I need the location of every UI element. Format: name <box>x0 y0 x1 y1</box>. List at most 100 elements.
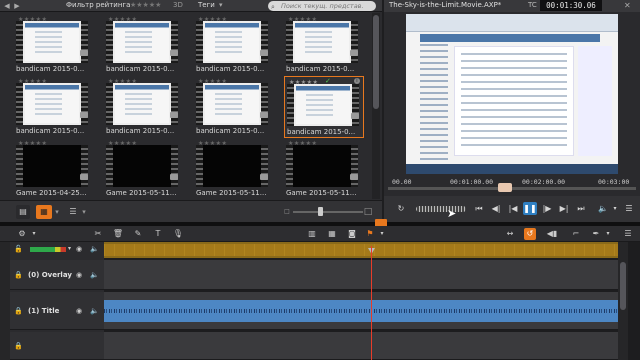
shuttle-wheel[interactable] <box>416 206 466 212</box>
marker-icon[interactable]: ⚑ <box>364 228 376 240</box>
track-lane-title[interactable] <box>104 292 618 330</box>
brush-icon[interactable]: ✎ <box>132 228 144 240</box>
library-header: ◀ ▶ Фильтр рейтинга ★★★★★ 3D Теги ▾ ⌕ По… <box>0 0 382 12</box>
media-thumbnail[interactable]: ★★★★★ Game 2015-04-25... <box>14 138 94 200</box>
master-speaker-icon[interactable]: 🔈 <box>90 245 99 253</box>
settings-dropdown-icon[interactable]: ▾ <box>28 228 40 240</box>
snapshot-camera-icon[interactable]: ◙ <box>346 228 358 240</box>
library-scrollbar[interactable] <box>372 13 380 199</box>
back-arrow-icon[interactable]: ◀ <box>2 1 12 11</box>
tags-dropdown-icon[interactable]: ▾ <box>219 1 223 9</box>
track-eye-icon[interactable]: ◉ <box>76 307 82 315</box>
3d-filter-toggle[interactable]: 3D <box>173 1 183 9</box>
media-name: Game 2015-05-11... <box>196 189 267 197</box>
timeline-ruler[interactable] <box>104 242 618 258</box>
search-input[interactable]: ⌕ Поиск текущ. представ. <box>268 1 376 11</box>
forward-arrow-icon[interactable]: ▶ <box>12 1 22 11</box>
timeline-toolbar: ⚙ ▾ ✂ 🗑 ✎ T 🎙 ▥ ▦ ◙ ⚑ ▾ ↔ ↺ ◀▮ ⌐ ✒ ▾ ☰ <box>0 226 640 242</box>
audio-scrub-icon[interactable]: ◀▮ <box>546 228 558 240</box>
pause-icon[interactable]: ❚❚ <box>523 202 537 215</box>
media-thumbnail[interactable]: ★★★★★ Game 2015-05-11... <box>104 138 184 200</box>
film-icon[interactable]: ▥ <box>306 228 318 240</box>
media-thumbnail[interactable]: ★★★★★ Game 2015-05-11... <box>284 138 364 200</box>
media-thumbnail[interactable]: ★★★★★ bandicam 2015-0... <box>104 76 184 138</box>
track-header-next[interactable]: 🔒 <box>10 332 104 360</box>
rating-filter-label[interactable]: Фильтр рейтинга <box>66 1 130 9</box>
volume-dropdown-icon[interactable]: ▾ <box>608 202 622 215</box>
thumbnail-zoom-slider[interactable] <box>293 211 363 213</box>
film-perforation <box>16 21 23 63</box>
zoom-small-icon[interactable]: □ <box>283 205 291 219</box>
media-thumbnail[interactable]: ★★★★★ bandicam 2015-0... <box>14 14 94 76</box>
timecode-display[interactable]: 00:01:30.06 <box>540 0 602 11</box>
track-header-title[interactable]: 🔒 (1) Title ◉ 🔈 <box>10 292 104 330</box>
grid-icon[interactable]: ▦ <box>326 228 338 240</box>
timeline-scrollbar[interactable] <box>618 242 628 360</box>
settings-gear-icon[interactable]: ⚙ <box>16 228 28 240</box>
preview-frame <box>406 14 618 174</box>
media-thumbnail[interactable]: ★★★★★ Game 2015-05-11... <box>194 138 274 200</box>
media-thumbnail[interactable]: ★★★★★ bandicam 2015-0... <box>104 14 184 76</box>
master-lock-icon[interactable]: 🔓 <box>14 245 23 253</box>
library-panel: ◀ ▶ Фильтр рейтинга ★★★★★ 3D Теги ▾ ⌕ По… <box>0 0 382 222</box>
thumbnail-zoom-knob[interactable] <box>318 207 323 216</box>
thumbnail-image <box>196 21 268 63</box>
scrollbar-thumb[interactable] <box>620 262 626 310</box>
rating-filter-stars[interactable]: ★★★★★ <box>130 1 161 9</box>
audio-clip[interactable] <box>104 300 618 322</box>
list-view-dropdown-icon[interactable]: ▾ <box>80 205 88 219</box>
go-to-start-icon[interactable]: ⏮ <box>472 202 486 215</box>
media-thumbnail[interactable]: ★★★★★ ✓ i bandicam 2015-0... <box>284 76 364 138</box>
delete-trash-icon[interactable]: 🗑 <box>112 228 124 240</box>
trim-icon[interactable]: ⌐ <box>570 228 582 240</box>
track-speaker-icon[interactable]: 🔈 <box>90 307 99 315</box>
track-name[interactable]: (1) Title <box>28 307 59 315</box>
track-header-overlay[interactable]: 🔒 (0) Overlay ◉ 🔈 <box>10 260 104 290</box>
step-back-icon[interactable]: ◀| <box>489 202 503 215</box>
scrub-handle[interactable] <box>498 183 512 192</box>
master-eye-icon[interactable]: ◉ <box>76 245 82 253</box>
tools-dropdown-icon[interactable]: ▾ <box>602 228 614 240</box>
go-to-end-icon[interactable]: ⏭ <box>574 202 588 215</box>
ripple-icon[interactable]: ↔ <box>504 228 516 240</box>
player-menu-icon[interactable]: ☰ <box>622 202 636 215</box>
snap-magnet-icon[interactable]: ↺ <box>524 228 536 240</box>
media-thumbnail[interactable]: ★★★★★ bandicam 2015-0... <box>284 14 364 76</box>
video-preview[interactable] <box>406 14 618 174</box>
master-dropdown-icon[interactable]: ▾ <box>68 245 71 252</box>
track-lane-next[interactable] <box>104 332 618 360</box>
marker-dropdown-icon[interactable]: ▾ <box>376 228 388 240</box>
scrollbar-thumb[interactable] <box>373 15 379 109</box>
collections-icon[interactable]: ▤ <box>16 205 30 219</box>
scrub-bar[interactable] <box>388 187 636 190</box>
track-name[interactable]: (0) Overlay <box>28 271 72 279</box>
step-forward-icon[interactable]: ▶| <box>557 202 571 215</box>
title-text-icon[interactable]: T <box>152 228 164 240</box>
media-thumbnail[interactable]: ★★★★★ bandicam 2015-0... <box>194 14 274 76</box>
track-lock-icon[interactable]: 🔒 <box>14 307 23 315</box>
grid-view-icon[interactable]: ▦ <box>36 205 52 219</box>
timeline-menu-icon[interactable]: ☰ <box>622 228 634 240</box>
media-name: bandicam 2015-0... <box>16 127 85 135</box>
close-icon[interactable]: ✕ <box>624 1 631 10</box>
list-view-icon[interactable]: ☰ <box>66 205 80 219</box>
tags-button[interactable]: Теги <box>198 1 215 9</box>
tools-icon[interactable]: ✒ <box>590 228 602 240</box>
play-icon[interactable]: |▶ <box>540 202 554 215</box>
zoom-large-icon[interactable]: □ <box>363 205 373 219</box>
track-lock-icon[interactable]: 🔒 <box>14 271 23 279</box>
loop-icon[interactable]: ↻ <box>394 202 408 215</box>
rewind-icon[interactable]: |◀ <box>506 202 520 215</box>
track-eye-icon[interactable]: ◉ <box>76 271 82 279</box>
cut-scissors-icon[interactable]: ✂ <box>92 228 104 240</box>
grid-view-dropdown-icon[interactable]: ▾ <box>53 205 61 219</box>
screen-capture-preview <box>205 23 259 61</box>
track-lane-overlay[interactable] <box>104 260 618 290</box>
track-speaker-icon[interactable]: 🔈 <box>90 271 99 279</box>
media-thumbnail[interactable]: ★★★★★ bandicam 2015-0... <box>14 76 94 138</box>
scrubber[interactable]: 00.00 00:01:00.00 00:02:00.00 00:03:00 <box>388 176 636 192</box>
media-thumbnail[interactable]: ★★★★★ bandicam 2015-0... <box>194 76 274 138</box>
playhead[interactable] <box>371 246 372 360</box>
track-lock-icon[interactable]: 🔒 <box>14 342 23 350</box>
microphone-icon[interactable]: 🎙 <box>172 228 184 240</box>
